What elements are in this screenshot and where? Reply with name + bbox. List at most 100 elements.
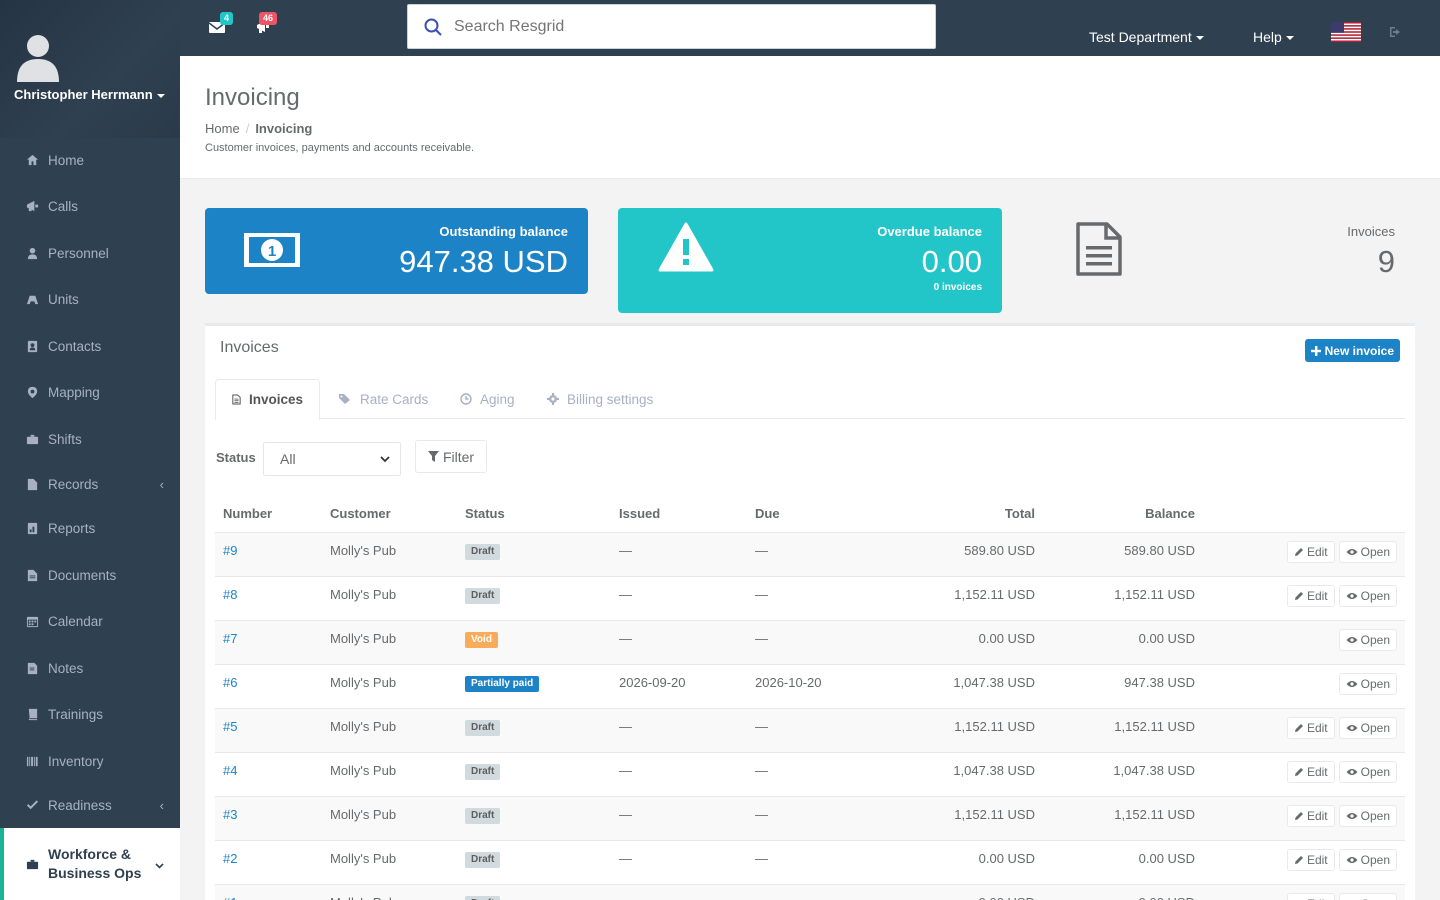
edit-button[interactable]: Edit bbox=[1286, 761, 1335, 783]
sidebar-item-label: Units bbox=[48, 291, 79, 307]
eye-icon bbox=[1346, 813, 1358, 819]
header-total[interactable]: Total bbox=[1005, 506, 1035, 521]
search-box[interactable] bbox=[407, 4, 936, 49]
tab-rate-cards[interactable]: Rate Cards bbox=[322, 379, 444, 419]
open-button[interactable]: Open bbox=[1338, 893, 1397, 900]
header-customer[interactable]: Customer bbox=[330, 506, 391, 521]
open-button[interactable]: Open bbox=[1338, 585, 1397, 607]
sidebar-item-mapping[interactable]: Mapping bbox=[0, 370, 180, 414]
file-text-icon bbox=[232, 394, 241, 405]
balance-cell: 1,047.38 USD bbox=[1113, 763, 1195, 778]
user-menu[interactable]: Christopher Herrmann bbox=[14, 87, 165, 102]
calls-button[interactable]: 46 bbox=[256, 12, 278, 37]
sidebar-item-readiness[interactable]: Readiness ‹ bbox=[0, 783, 180, 827]
due-cell: — bbox=[755, 587, 768, 602]
bullhorn-icon bbox=[24, 200, 40, 213]
edit-button[interactable]: Edit bbox=[1286, 805, 1335, 827]
sidebar-item-units[interactable]: Units bbox=[0, 277, 180, 321]
sidebar-item-shifts[interactable]: Shifts bbox=[0, 417, 180, 461]
open-button[interactable]: Open bbox=[1338, 761, 1397, 783]
sidebar-item-trainings[interactable]: Trainings bbox=[0, 692, 180, 736]
sidebar-item-home[interactable]: Home bbox=[0, 138, 180, 182]
invoice-number-link[interactable]: #1 bbox=[223, 895, 237, 900]
edit-button[interactable]: Edit bbox=[1286, 541, 1335, 563]
money-icon: 1 bbox=[244, 233, 300, 267]
messages-button[interactable]: 4 bbox=[208, 12, 234, 37]
invoice-number-link[interactable]: #3 bbox=[223, 807, 237, 822]
messages-badge: 4 bbox=[220, 12, 234, 25]
tab-billing-settings-label: Billing settings bbox=[567, 391, 654, 407]
edit-button[interactable]: Edit bbox=[1286, 849, 1335, 871]
sidebar-item-inventory[interactable]: Inventory bbox=[0, 739, 180, 783]
edit-button[interactable]: Edit bbox=[1286, 893, 1335, 900]
status-badge: Partially paid bbox=[465, 676, 540, 692]
invoice-number-link[interactable]: #7 bbox=[223, 631, 237, 646]
open-button[interactable]: Open bbox=[1338, 629, 1397, 651]
row-actions: EditOpen bbox=[1286, 893, 1397, 900]
breadcrumb-separator: / bbox=[245, 121, 250, 136]
open-button[interactable]: Open bbox=[1338, 849, 1397, 871]
edit-button[interactable]: Edit bbox=[1286, 717, 1335, 739]
row-actions: EditOpen bbox=[1286, 541, 1397, 563]
contact-book-icon bbox=[24, 340, 40, 353]
us-flag-icon[interactable] bbox=[1331, 22, 1361, 42]
header-balance[interactable]: Balance bbox=[1145, 506, 1195, 521]
new-invoice-button[interactable]: New invoice bbox=[1304, 339, 1400, 362]
table-row: #2 Molly's Pub — — 0.00 USD 0.00 USD Draft Edit… bbox=[215, 841, 1405, 885]
open-label: Open bbox=[1360, 589, 1390, 603]
row-actions: EditOpen bbox=[1286, 849, 1397, 871]
home-icon bbox=[24, 154, 40, 167]
row-actions: EditOpen bbox=[1286, 805, 1397, 827]
sidebar-item-records[interactable]: Records ‹ bbox=[0, 462, 180, 506]
sidebar-item-calendar[interactable]: Calendar bbox=[0, 599, 180, 643]
department-menu[interactable]: Test Department bbox=[1089, 29, 1204, 45]
header-due[interactable]: Due bbox=[755, 506, 780, 521]
invoice-number-link[interactable]: #2 bbox=[223, 851, 237, 866]
filter-button[interactable]: Filter bbox=[415, 440, 487, 473]
invoices-table: Number Customer Status Issued Due Total … bbox=[215, 491, 1405, 900]
invoice-number-link[interactable]: #9 bbox=[223, 543, 237, 558]
search-icon bbox=[424, 18, 442, 36]
sidebar-item-calls[interactable]: Calls bbox=[0, 184, 180, 228]
calls-badge: 46 bbox=[259, 12, 278, 25]
sidebar-item-notes[interactable]: Notes bbox=[0, 646, 180, 690]
issued-cell: — bbox=[619, 763, 632, 778]
status-badge: Draft bbox=[465, 896, 501, 900]
open-button[interactable]: Open bbox=[1338, 805, 1397, 827]
sidebar-item-contacts[interactable]: Contacts bbox=[0, 324, 180, 368]
header-issued[interactable]: Issued bbox=[619, 506, 660, 521]
invoice-number-link[interactable]: #6 bbox=[223, 675, 237, 690]
sidebar-item-personnel[interactable]: Personnel bbox=[0, 231, 180, 275]
sidebar-item-reports[interactable]: Reports bbox=[0, 506, 180, 550]
invoice-number-link[interactable]: #4 bbox=[223, 763, 237, 778]
edit-button[interactable]: Edit bbox=[1286, 585, 1335, 607]
breadcrumb-home-link[interactable]: Home bbox=[205, 121, 240, 136]
header-number[interactable]: Number bbox=[223, 506, 272, 521]
sidebar-item-workforce-business-ops[interactable]: Workforce & Business Ops bbox=[0, 828, 180, 900]
sidebar-item-label: Reports bbox=[48, 520, 96, 536]
tab-invoices[interactable]: Invoices bbox=[215, 379, 320, 420]
help-menu[interactable]: Help bbox=[1253, 29, 1294, 45]
tab-aging[interactable]: Aging bbox=[444, 379, 531, 419]
tab-billing-settings[interactable]: Billing settings bbox=[531, 379, 669, 419]
reports-icon bbox=[24, 522, 40, 535]
status-select-value: All bbox=[280, 451, 296, 467]
open-button[interactable]: Open bbox=[1338, 717, 1397, 739]
tab-bar: Invoices Rate Cards Aging Billing settin… bbox=[215, 379, 1405, 420]
avatar[interactable] bbox=[15, 32, 61, 82]
invoice-number-link[interactable]: #5 bbox=[223, 719, 237, 734]
sign-out-icon[interactable] bbox=[1389, 26, 1403, 38]
search-input[interactable] bbox=[454, 17, 894, 36]
eye-icon bbox=[1346, 549, 1358, 555]
header-status[interactable]: Status bbox=[465, 506, 505, 521]
invoice-number-link[interactable]: #8 bbox=[223, 587, 237, 602]
open-button[interactable]: Open bbox=[1338, 541, 1397, 563]
sidebar-item-documents[interactable]: Documents bbox=[0, 553, 180, 597]
filter-icon bbox=[427, 451, 439, 462]
status-select[interactable]: All bbox=[263, 442, 401, 476]
open-button[interactable]: Open bbox=[1338, 673, 1397, 695]
check-icon bbox=[24, 799, 40, 812]
table-row: #8 Molly's Pub — — 1,152.11 USD 1,152.11 USD D… bbox=[215, 577, 1405, 621]
table-row: #7 Molly's Pub — — 0.00 USD 0.00 USD Void Open bbox=[215, 621, 1405, 665]
edit-label: Edit bbox=[1306, 589, 1328, 603]
